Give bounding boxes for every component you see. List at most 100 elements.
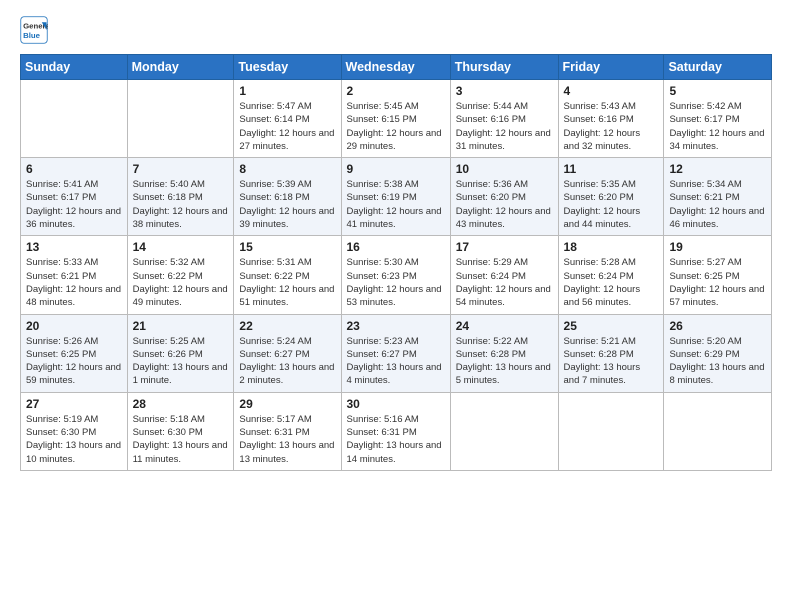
day-cell (558, 392, 664, 470)
day-number: 4 (564, 84, 659, 98)
weekday-header-saturday: Saturday (664, 55, 772, 80)
logo-icon: General Blue (20, 16, 48, 44)
day-info: Sunrise: 5:30 AM Sunset: 6:23 PM Dayligh… (347, 256, 445, 309)
day-number: 9 (347, 162, 445, 176)
day-number: 3 (456, 84, 553, 98)
day-number: 14 (133, 240, 229, 254)
day-cell: 13 Sunrise: 5:33 AM Sunset: 6:21 PM Dayli… (21, 236, 128, 314)
day-info: Sunrise: 5:26 AM Sunset: 6:25 PM Dayligh… (26, 335, 122, 388)
weekday-header-thursday: Thursday (450, 55, 558, 80)
day-info: Sunrise: 5:17 AM Sunset: 6:31 PM Dayligh… (239, 413, 335, 466)
day-cell (450, 392, 558, 470)
day-info: Sunrise: 5:41 AM Sunset: 6:17 PM Dayligh… (26, 178, 122, 231)
day-cell: 9 Sunrise: 5:38 AM Sunset: 6:19 PM Daylig… (341, 158, 450, 236)
day-cell: 25 Sunrise: 5:21 AM Sunset: 6:28 PM Dayli… (558, 314, 664, 392)
day-cell: 28 Sunrise: 5:18 AM Sunset: 6:30 PM Dayli… (127, 392, 234, 470)
week-row-4: 20 Sunrise: 5:26 AM Sunset: 6:25 PM Dayli… (21, 314, 772, 392)
calendar-table: SundayMondayTuesdayWednesdayThursdayFrid… (20, 54, 772, 471)
day-info: Sunrise: 5:43 AM Sunset: 6:16 PM Dayligh… (564, 100, 659, 153)
day-number: 8 (239, 162, 335, 176)
day-number: 28 (133, 397, 229, 411)
day-number: 20 (26, 319, 122, 333)
day-number: 13 (26, 240, 122, 254)
day-info: Sunrise: 5:39 AM Sunset: 6:18 PM Dayligh… (239, 178, 335, 231)
day-number: 24 (456, 319, 553, 333)
day-cell: 12 Sunrise: 5:34 AM Sunset: 6:21 PM Dayli… (664, 158, 772, 236)
day-number: 19 (669, 240, 766, 254)
day-number: 21 (133, 319, 229, 333)
day-cell (21, 80, 128, 158)
day-cell: 15 Sunrise: 5:31 AM Sunset: 6:22 PM Dayli… (234, 236, 341, 314)
day-number: 11 (564, 162, 659, 176)
day-cell: 21 Sunrise: 5:25 AM Sunset: 6:26 PM Dayli… (127, 314, 234, 392)
day-number: 6 (26, 162, 122, 176)
weekday-header-row: SundayMondayTuesdayWednesdayThursdayFrid… (21, 55, 772, 80)
day-cell: 20 Sunrise: 5:26 AM Sunset: 6:25 PM Dayli… (21, 314, 128, 392)
day-info: Sunrise: 5:19 AM Sunset: 6:30 PM Dayligh… (26, 413, 122, 466)
day-info: Sunrise: 5:27 AM Sunset: 6:25 PM Dayligh… (669, 256, 766, 309)
day-cell: 18Sunrise: 5:28 AM Sunset: 6:24 PM Dayli… (558, 236, 664, 314)
day-number: 23 (347, 319, 445, 333)
day-cell: 23Sunrise: 5:23 AM Sunset: 6:27 PM Dayli… (341, 314, 450, 392)
weekday-header-tuesday: Tuesday (234, 55, 341, 80)
day-info: Sunrise: 5:24 AM Sunset: 6:27 PM Dayligh… (239, 335, 335, 388)
day-number: 17 (456, 240, 553, 254)
day-info: Sunrise: 5:18 AM Sunset: 6:30 PM Dayligh… (133, 413, 229, 466)
day-cell (127, 80, 234, 158)
day-cell: 11 Sunrise: 5:35 AM Sunset: 6:20 PM Dayli… (558, 158, 664, 236)
day-info: Sunrise: 5:32 AM Sunset: 6:22 PM Dayligh… (133, 256, 229, 309)
logo: General Blue (20, 16, 52, 44)
day-number: 26 (669, 319, 766, 333)
day-info: Sunrise: 5:20 AM Sunset: 6:29 PM Dayligh… (669, 335, 766, 388)
day-number: 29 (239, 397, 335, 411)
day-cell: 26 Sunrise: 5:20 AM Sunset: 6:29 PM Dayli… (664, 314, 772, 392)
day-cell: 10 Sunrise: 5:36 AM Sunset: 6:20 PM Dayli… (450, 158, 558, 236)
day-number: 25 (564, 319, 659, 333)
week-row-1: 1Sunrise: 5:47 AM Sunset: 6:14 PM Daylig… (21, 80, 772, 158)
week-row-2: 6 Sunrise: 5:41 AM Sunset: 6:17 PM Daylig… (21, 158, 772, 236)
day-info: Sunrise: 5:36 AM Sunset: 6:20 PM Dayligh… (456, 178, 553, 231)
day-number: 7 (133, 162, 229, 176)
day-info: Sunrise: 5:29 AM Sunset: 6:24 PM Dayligh… (456, 256, 553, 309)
day-info: Sunrise: 5:35 AM Sunset: 6:20 PM Dayligh… (564, 178, 659, 231)
day-number: 10 (456, 162, 553, 176)
svg-text:Blue: Blue (23, 31, 41, 40)
day-cell: 4 Sunrise: 5:43 AM Sunset: 6:16 PM Daylig… (558, 80, 664, 158)
day-cell: 8 Sunrise: 5:39 AM Sunset: 6:18 PM Daylig… (234, 158, 341, 236)
day-info: Sunrise: 5:40 AM Sunset: 6:18 PM Dayligh… (133, 178, 229, 231)
day-cell: 30Sunrise: 5:16 AM Sunset: 6:31 PM Dayli… (341, 392, 450, 470)
day-info: Sunrise: 5:33 AM Sunset: 6:21 PM Dayligh… (26, 256, 122, 309)
header: General Blue (20, 16, 772, 44)
day-info: Sunrise: 5:44 AM Sunset: 6:16 PM Dayligh… (456, 100, 553, 153)
day-number: 12 (669, 162, 766, 176)
day-info: Sunrise: 5:25 AM Sunset: 6:26 PM Dayligh… (133, 335, 229, 388)
day-cell: 6 Sunrise: 5:41 AM Sunset: 6:17 PM Daylig… (21, 158, 128, 236)
weekday-header-friday: Friday (558, 55, 664, 80)
day-cell: 7 Sunrise: 5:40 AM Sunset: 6:18 PM Daylig… (127, 158, 234, 236)
day-cell: 19 Sunrise: 5:27 AM Sunset: 6:25 PM Dayli… (664, 236, 772, 314)
day-cell: 3 Sunrise: 5:44 AM Sunset: 6:16 PM Daylig… (450, 80, 558, 158)
day-number: 22 (239, 319, 335, 333)
day-info: Sunrise: 5:21 AM Sunset: 6:28 PM Dayligh… (564, 335, 659, 388)
day-info: Sunrise: 5:38 AM Sunset: 6:19 PM Dayligh… (347, 178, 445, 231)
day-number: 5 (669, 84, 766, 98)
day-info: Sunrise: 5:22 AM Sunset: 6:28 PM Dayligh… (456, 335, 553, 388)
day-cell: 16Sunrise: 5:30 AM Sunset: 6:23 PM Dayli… (341, 236, 450, 314)
day-info: Sunrise: 5:31 AM Sunset: 6:22 PM Dayligh… (239, 256, 335, 309)
day-number: 15 (239, 240, 335, 254)
calendar-page: General Blue SundayMondayTuesdayWednesda… (0, 0, 792, 612)
day-cell: 1Sunrise: 5:47 AM Sunset: 6:14 PM Daylig… (234, 80, 341, 158)
weekday-header-monday: Monday (127, 55, 234, 80)
day-info: Sunrise: 5:34 AM Sunset: 6:21 PM Dayligh… (669, 178, 766, 231)
day-cell: 2 Sunrise: 5:45 AM Sunset: 6:15 PM Daylig… (341, 80, 450, 158)
day-number: 1 (239, 84, 335, 98)
day-cell: 14 Sunrise: 5:32 AM Sunset: 6:22 PM Dayli… (127, 236, 234, 314)
weekday-header-sunday: Sunday (21, 55, 128, 80)
day-cell: 29 Sunrise: 5:17 AM Sunset: 6:31 PM Dayli… (234, 392, 341, 470)
day-cell (664, 392, 772, 470)
day-cell: 17 Sunrise: 5:29 AM Sunset: 6:24 PM Dayli… (450, 236, 558, 314)
day-number: 18 (564, 240, 659, 254)
day-info: Sunrise: 5:16 AM Sunset: 6:31 PM Dayligh… (347, 413, 445, 466)
day-number: 2 (347, 84, 445, 98)
day-info: Sunrise: 5:45 AM Sunset: 6:15 PM Dayligh… (347, 100, 445, 153)
